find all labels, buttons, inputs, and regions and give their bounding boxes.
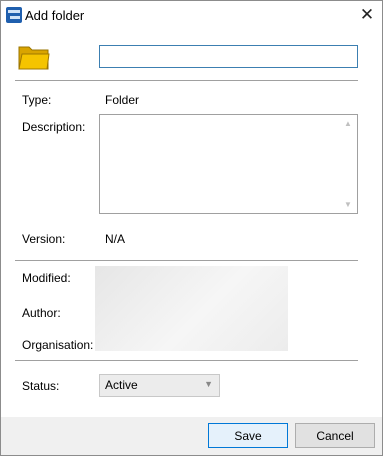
dialog-content: Type: Folder Description: ▲ ▼ Version: N… [1, 30, 382, 417]
version-label: Version: [22, 232, 66, 246]
dialog-footer: Save Cancel [1, 417, 382, 455]
chevron-down-icon: ▼ [204, 379, 213, 389]
divider-top [15, 80, 358, 81]
status-value: Active [105, 378, 138, 392]
app-icon [6, 7, 22, 23]
save-button[interactable]: Save [208, 423, 288, 448]
add-folder-dialog: Add folder ✕ Type: Folder Description: ▲… [0, 0, 383, 456]
title-bar: Add folder ✕ [1, 1, 382, 29]
folder-name-input[interactable] [99, 45, 358, 68]
description-scrollbar[interactable]: ▲ ▼ [340, 115, 357, 213]
folder-icon [18, 46, 50, 70]
close-button[interactable]: ✕ [352, 1, 382, 29]
organisation-label: Organisation: [22, 338, 94, 352]
type-value: Folder [105, 93, 140, 107]
type-label: Type: [22, 93, 52, 107]
author-label: Author: [22, 306, 61, 320]
scroll-up-icon[interactable]: ▲ [344, 119, 352, 128]
status-label: Status: [22, 379, 60, 393]
cancel-button[interactable]: Cancel [295, 423, 375, 448]
divider-bottom [15, 360, 358, 361]
dialog-title: Add folder [25, 8, 85, 23]
status-dropdown[interactable]: Active ▼ [99, 374, 220, 397]
close-icon: ✕ [359, 5, 375, 24]
metadata-panel [95, 266, 288, 351]
divider-middle [15, 260, 358, 261]
description-label: Description: [22, 120, 86, 134]
modified-label: Modified: [22, 271, 71, 285]
version-value: N/A [105, 232, 126, 246]
scroll-down-icon[interactable]: ▼ [344, 200, 352, 209]
description-textarea[interactable]: ▲ ▼ [99, 114, 358, 214]
